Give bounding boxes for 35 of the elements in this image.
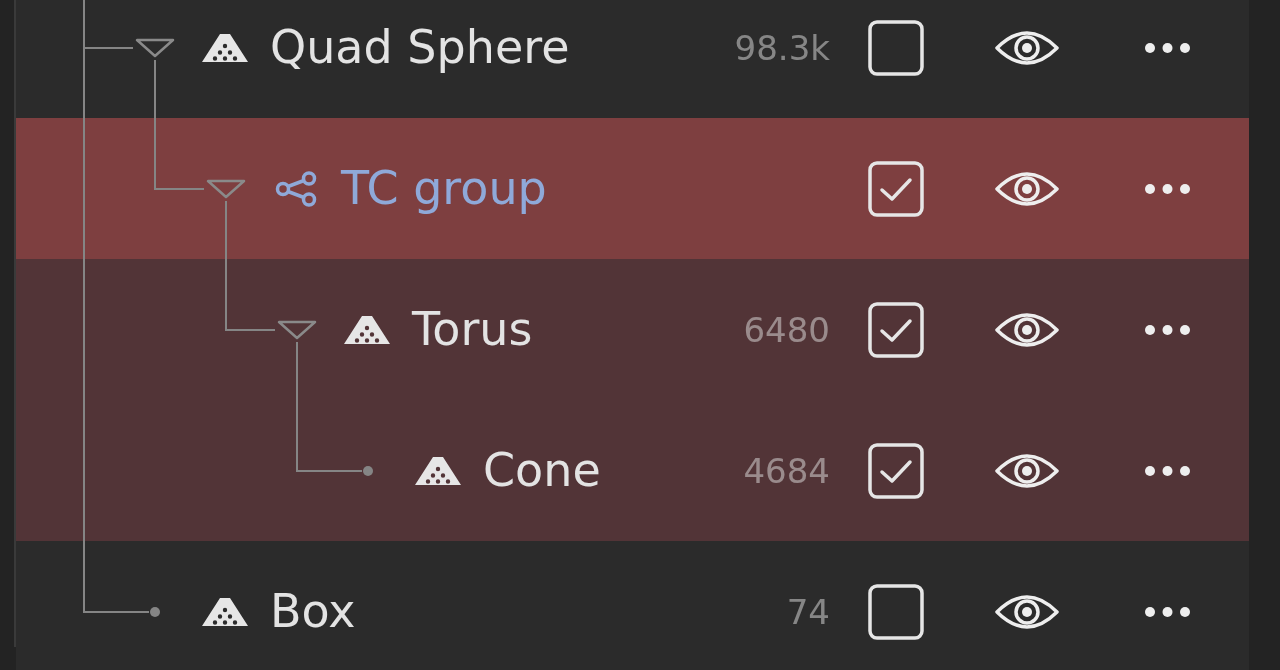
tree-row[interactable]: Box 74 (16, 541, 1249, 670)
item-name: Torus (412, 301, 534, 358)
more-options-icon[interactable] (1144, 182, 1191, 195)
mesh-icon (201, 32, 249, 63)
tree-node-dot-icon (362, 465, 373, 476)
tree-row[interactable]: Cone 4684 (16, 400, 1249, 541)
checkbox[interactable] (868, 19, 924, 76)
tree-connector-line (83, 541, 149, 613)
item-name: TC group (341, 160, 548, 217)
checkbox[interactable] (868, 160, 924, 217)
connected-nodes-icon (275, 170, 317, 207)
tree-connector-line (296, 400, 362, 472)
mesh-icon (414, 455, 462, 486)
more-options-icon[interactable] (1144, 41, 1191, 54)
collapse-triangle-icon[interactable] (276, 319, 317, 340)
tree-connector-line (225, 259, 275, 331)
more-options-icon[interactable] (1144, 323, 1191, 336)
checkbox[interactable] (868, 583, 924, 640)
checkbox[interactable] (868, 442, 924, 499)
tree-connector-line (154, 118, 204, 190)
polygon-count: 74 (786, 591, 830, 632)
mesh-icon (201, 596, 249, 627)
polygon-count: 4684 (743, 450, 830, 491)
tree-node-dot-icon (149, 606, 160, 617)
item-name: Cone (483, 442, 602, 499)
item-name: Quad Sphere (270, 19, 571, 76)
polygon-count: 6480 (743, 309, 830, 350)
polygon-count: 98.3k (734, 27, 830, 68)
checkbox[interactable] (868, 301, 924, 358)
collapse-triangle-icon[interactable] (134, 37, 175, 58)
item-name: Box (270, 583, 357, 640)
mesh-icon (343, 314, 391, 345)
more-options-icon[interactable] (1144, 464, 1191, 477)
tree-row[interactable]: Torus 6480 (16, 259, 1249, 400)
more-options-icon[interactable] (1144, 605, 1191, 618)
